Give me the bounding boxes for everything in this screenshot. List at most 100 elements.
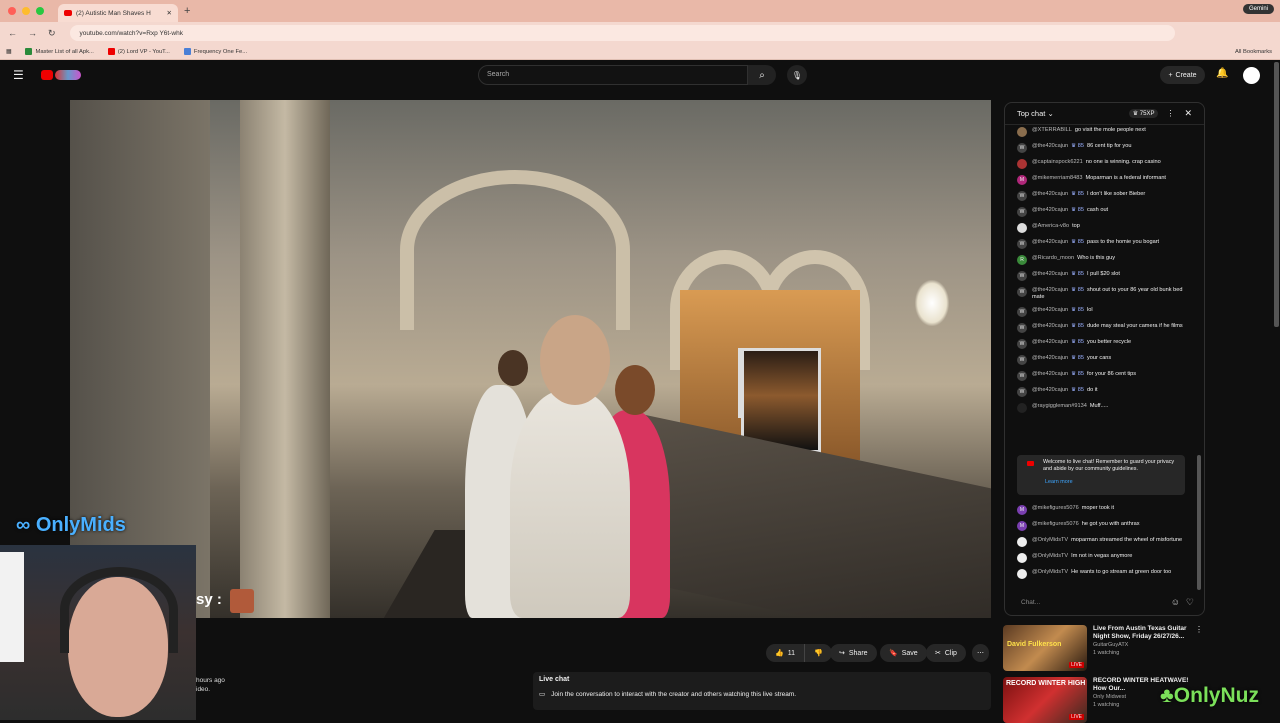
chat-avatar[interactable]: W: [1017, 191, 1027, 201]
chat-message[interactable]: @OnlyMidsTV moparman streamed the wheel o…: [1005, 537, 1204, 547]
chat-message[interactable]: W @the420cajun ♛ 85 do it: [1005, 387, 1204, 397]
chat-author[interactable]: @mikefigures5076: [1032, 521, 1079, 527]
chat-message[interactable]: @OnlyMidsTV Im not in vegas anymore: [1005, 553, 1204, 563]
chat-avatar[interactable]: M: [1017, 521, 1027, 531]
save-button[interactable]: 🔖 Save: [880, 644, 927, 662]
back-icon[interactable]: ←: [8, 28, 17, 39]
chat-message[interactable]: W @the420cajun ♛ 85 cash out: [1005, 207, 1204, 217]
chat-input[interactable]: Chat... ☺ ♡: [1011, 593, 1200, 611]
clip-button[interactable]: ✂ Clip: [926, 644, 966, 662]
chat-author[interactable]: @XTERRABILL: [1032, 127, 1072, 133]
forward-icon[interactable]: →: [28, 28, 37, 39]
chat-message[interactable]: M @mikemerriam8483 Moparman is a federal i…: [1005, 175, 1204, 185]
chat-avatar[interactable]: [1017, 127, 1027, 137]
create-button[interactable]: + Create: [1160, 66, 1205, 84]
chat-message[interactable]: M @mikefigures5076 moper took it: [1005, 505, 1204, 515]
chat-avatar[interactable]: [1017, 553, 1027, 563]
apps-icon[interactable]: ▦: [6, 49, 11, 55]
chat-avatar[interactable]: W: [1017, 371, 1027, 381]
chat-message[interactable]: @captainspock6221 no one is winning. crap…: [1005, 159, 1204, 169]
chat-message[interactable]: W @the420cajun ♛ 85 pass to the homie you b…: [1005, 239, 1204, 249]
chat-message[interactable]: W @the420cajun ♛ 85 86 cent tip for you: [1005, 143, 1204, 153]
chat-avatar[interactable]: W: [1017, 387, 1027, 397]
chat-author[interactable]: @the420cajun: [1032, 355, 1068, 361]
more-actions-button[interactable]: ⋯: [972, 644, 989, 662]
youtube-logo[interactable]: [40, 69, 83, 81]
chat-author[interactable]: @the420cajun: [1032, 323, 1068, 329]
browser-tab[interactable]: (2) Autistic Man Shaves H ✕: [58, 4, 178, 22]
chat-author[interactable]: @the420cajun: [1032, 191, 1068, 197]
video-description[interactable]: hours ago ideo.: [196, 676, 225, 694]
chat-author[interactable]: @the420cajun: [1032, 207, 1068, 213]
dislike-button[interactable]: 👎: [804, 644, 832, 662]
chat-message[interactable]: W @the420cajun ♛ 85 dude may steal your cam…: [1005, 323, 1204, 333]
chat-message[interactable]: W @the420cajun ♛ 85 your cans: [1005, 355, 1204, 365]
chat-author[interactable]: @the420cajun: [1032, 239, 1068, 245]
chat-message[interactable]: @XTERRABILL go visit the mole people next: [1005, 127, 1204, 137]
recommendation-thumbnail[interactable]: David Fulkerson LIVE: [1003, 625, 1087, 671]
chat-scrollbar[interactable]: [1197, 455, 1201, 590]
chat-author[interactable]: @the420cajun: [1032, 307, 1068, 313]
chat-avatar[interactable]: W: [1017, 207, 1027, 217]
chat-author[interactable]: @mikemerriam8483: [1032, 175, 1082, 181]
account-avatar[interactable]: [1243, 67, 1260, 84]
chat-author[interactable]: @Ricardo_moon: [1032, 255, 1074, 261]
search-icon[interactable]: ⌕: [748, 65, 776, 85]
reload-icon[interactable]: ↻: [48, 28, 56, 39]
tab-close-icon[interactable]: ✕: [167, 9, 172, 17]
chat-avatar[interactable]: W: [1017, 239, 1027, 249]
microphone-icon[interactable]: 🎙: [787, 65, 807, 85]
window-controls[interactable]: [8, 7, 44, 15]
chat-message[interactable]: M @mikefigures5076 he got you with anthrax: [1005, 521, 1204, 531]
chat-message[interactable]: W @the420cajun ♛ 85 I pull $20 slot: [1005, 271, 1204, 281]
gemini-button[interactable]: Gemini: [1242, 4, 1274, 14]
chat-author[interactable]: @the420cajun: [1032, 371, 1068, 377]
chat-author[interactable]: @OnlyMidsTV: [1032, 537, 1068, 543]
chat-author[interactable]: @OnlyMidsTV: [1032, 553, 1068, 559]
chat-avatar[interactable]: M: [1017, 175, 1027, 185]
chat-message[interactable]: W @the420cajun ♛ 85 for your 86 cent tips: [1005, 371, 1204, 381]
notifications-bell-icon[interactable]: 🔔: [1216, 68, 1228, 79]
recommendation-item[interactable]: David Fulkerson LIVE Live From Austin Te…: [1003, 625, 1203, 671]
chat-author[interactable]: @America-v8o: [1032, 223, 1069, 229]
chat-message[interactable]: W @the420cajun ♛ 85 lol: [1005, 307, 1204, 317]
chat-author[interactable]: @captainspock6221: [1032, 159, 1083, 165]
chat-author[interactable]: @raygiggleman#9134: [1032, 403, 1087, 409]
chat-author[interactable]: @the420cajun: [1032, 287, 1068, 293]
maximize-window-button[interactable]: [36, 7, 44, 15]
chat-options-icon[interactable]: ⋮: [1166, 109, 1174, 118]
chat-author[interactable]: @OnlyMidsTV: [1032, 569, 1068, 575]
chat-avatar[interactable]: W: [1017, 143, 1027, 153]
search-input[interactable]: Search: [478, 65, 748, 85]
chat-avatar[interactable]: W: [1017, 287, 1027, 297]
bookmark-item[interactable]: Master List of all Apk...: [25, 48, 94, 55]
share-button[interactable]: ↪ Share: [830, 644, 877, 662]
bookmark-item[interactable]: (2) Lord VP - YouT...: [107, 48, 170, 55]
chat-author[interactable]: @the420cajun: [1032, 143, 1068, 149]
bookmark-item[interactable]: Frequency One Fe...: [183, 48, 247, 55]
chat-message[interactable]: W @the420cajun ♛ 85 you better recycle: [1005, 339, 1204, 349]
url-field[interactable]: youtube.com/watch?v=Rxp Y6t-whk: [69, 25, 1175, 41]
chat-avatar[interactable]: W: [1017, 355, 1027, 365]
heart-icon[interactable]: ♡: [1186, 597, 1194, 608]
chat-message[interactable]: R @Ricardo_moon Who is this guy: [1005, 255, 1204, 265]
chat-message[interactable]: @raygiggleman#9134 Muff.....: [1005, 403, 1204, 413]
chat-avatar[interactable]: W: [1017, 271, 1027, 281]
chat-author[interactable]: @mikefigures5076: [1032, 505, 1079, 511]
chat-message[interactable]: @America-v8o top: [1005, 223, 1204, 233]
chat-message-list[interactable]: @XTERRABILL go visit the mole people next…: [1005, 127, 1204, 447]
video-player[interactable]: [70, 100, 991, 618]
like-button[interactable]: 👍 11 👎: [766, 644, 832, 662]
chat-message-list-recent[interactable]: M @mikefigures5076 moper took it M @mikefigu…: [1005, 505, 1204, 585]
page-scrollbar[interactable]: [1274, 62, 1279, 327]
chat-author[interactable]: @the420cajun: [1032, 339, 1068, 345]
learn-more-link[interactable]: Learn more: [1045, 479, 1179, 486]
close-window-button[interactable]: [8, 7, 16, 15]
chat-avatar[interactable]: W: [1017, 323, 1027, 333]
minimize-window-button[interactable]: [22, 7, 30, 15]
chat-message[interactable]: W @the420cajun ♛ 85 I don't like sober Bieb…: [1005, 191, 1204, 201]
chat-avatar[interactable]: M: [1017, 505, 1027, 515]
chat-avatar[interactable]: [1017, 569, 1027, 579]
chat-message[interactable]: @OnlyMidsTV He wants to go stream at gree…: [1005, 569, 1204, 579]
chat-avatar[interactable]: W: [1017, 339, 1027, 349]
